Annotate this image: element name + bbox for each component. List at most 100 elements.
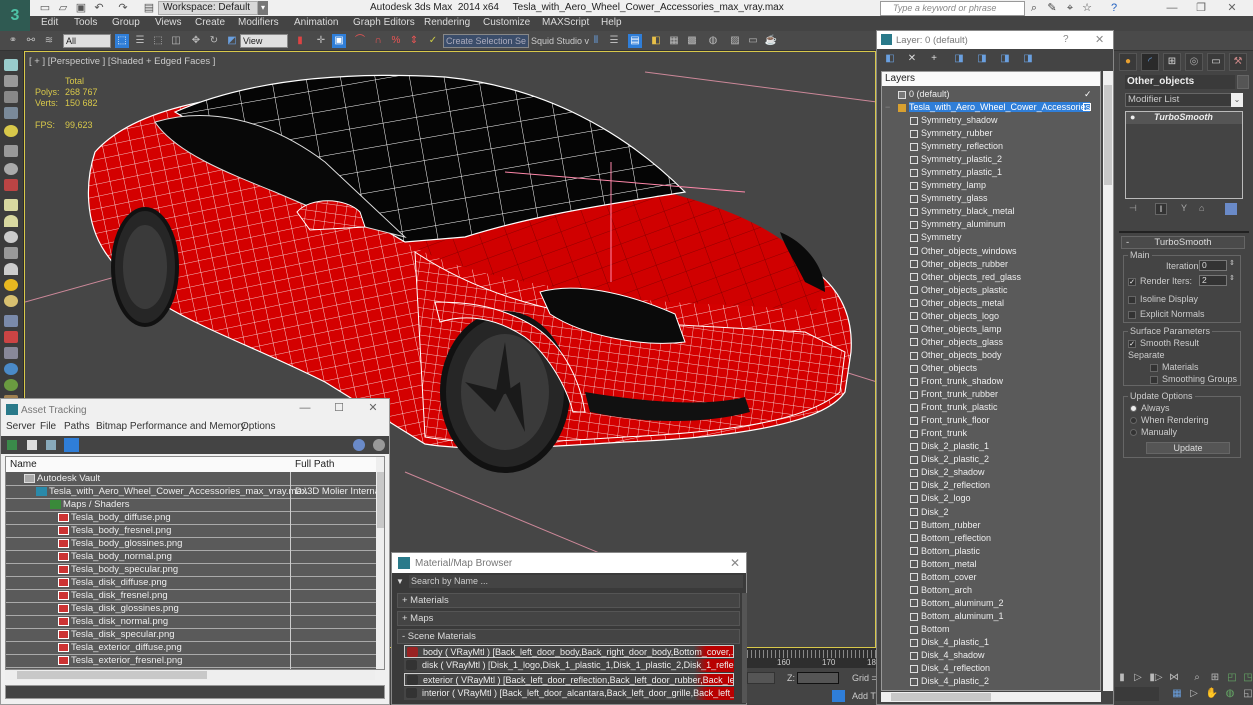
update-button[interactable]: Update <box>1146 442 1230 454</box>
asset-table-row[interactable]: Tesla_body_fresnel.png <box>6 525 376 538</box>
spot-light-icon[interactable] <box>4 263 18 275</box>
asset-menu-options[interactable]: Options <box>241 421 275 432</box>
snaps-toggle-icon[interactable]: ⌒ <box>353 34 367 48</box>
select-layer-objects-icon[interactable]: ◨ <box>952 52 966 66</box>
material-interior[interactable]: interior ( VRayMtl ) [Back_left_door_alc… <box>404 687 734 700</box>
asset-close-button[interactable]: ✕ <box>359 401 387 415</box>
layer-object-item[interactable]: Other_objects_plastic <box>882 284 1100 297</box>
iterations-spinner-arrows-icon[interactable]: ⇕ <box>1229 259 1235 267</box>
info-icon[interactable] <box>373 439 385 451</box>
align-icon[interactable]: ☰ <box>607 34 621 48</box>
layer-object-item[interactable]: Front_trunk <box>882 427 1100 440</box>
asset-table-row[interactable]: Tesla_body_diffuse.png <box>6 512 376 525</box>
binoculars-icon[interactable]: ⌕ <box>1027 1 1041 15</box>
add-time-tag-button[interactable]: Add T <box>852 691 876 701</box>
material-editor-icon[interactable]: ◍ <box>706 34 720 48</box>
highlight-layer-icon[interactable]: ◨ <box>975 52 989 66</box>
particle-icon[interactable] <box>4 179 18 191</box>
create-tab-icon[interactable]: ● <box>1119 53 1137 71</box>
maximize-viewport-icon[interactable]: ◱ <box>1241 687 1253 701</box>
field-of-view-icon[interactable]: ▦ <box>1170 687 1184 701</box>
iterations-spinner[interactable]: 0 <box>1199 260 1227 271</box>
go-to-end-icon[interactable]: ⋈ <box>1167 671 1181 685</box>
asset-table-row[interactable]: Maps / Shaders <box>6 499 376 512</box>
zoom-extents-icon[interactable]: ◰ <box>1225 671 1239 685</box>
material-exterior[interactable]: exterior ( VRayMtl ) [Back_left_door_ref… <box>404 673 734 686</box>
separate-materials-checkbox[interactable]: Materials <box>1150 362 1199 372</box>
modify-tab-icon[interactable]: ◜ <box>1141 53 1159 71</box>
menu-tools[interactable]: Tools <box>74 17 97 28</box>
pan-view-icon[interactable]: ▷ <box>1187 687 1201 701</box>
angle-snap-icon[interactable]: ∩ <box>371 34 385 48</box>
layers-column-header[interactable]: Layers <box>882 72 1100 86</box>
list-view-icon[interactable] <box>27 440 37 450</box>
layer-object-item[interactable]: Front_trunk_floor <box>882 414 1100 427</box>
freeze-layers-icon[interactable]: ◨ <box>1021 52 1035 66</box>
scene-explorer-icon[interactable]: ◧ <box>649 34 663 48</box>
create-layer-icon[interactable]: ◧ <box>883 52 897 66</box>
menu-customize[interactable]: Customize <box>483 17 530 28</box>
asset-table-row[interactable]: Tesla_disk_diffuse.png <box>6 577 376 590</box>
asset-maximize-button[interactable]: ☐ <box>325 401 353 415</box>
asset-table-row[interactable]: Tesla_disk_glossines.png <box>6 603 376 616</box>
box-light-icon[interactable] <box>4 199 18 211</box>
layer-object-item[interactable]: Bottom_plastic <box>882 545 1100 558</box>
redo-icon[interactable]: ↷ <box>116 2 130 14</box>
rendered-frame-window-icon[interactable]: ▭ <box>746 34 760 48</box>
layer-object-item[interactable]: Bottom_reflection <box>882 532 1100 545</box>
play-icon[interactable]: ▷ <box>1131 671 1145 685</box>
layer-object-item[interactable]: Disk_2_logo <box>882 492 1100 505</box>
app-logo-icon[interactable]: 3 <box>0 0 30 32</box>
mb-section-materials[interactable]: + Materials <box>397 593 740 608</box>
pin-stack-icon[interactable]: ⊣ <box>1129 203 1137 214</box>
table-view-icon[interactable] <box>64 438 79 452</box>
keyboard-shortcut-override-icon[interactable]: ▣ <box>332 34 346 48</box>
open-file-icon[interactable]: ▱ <box>56 2 70 14</box>
layer-object-item[interactable]: Other_objects_windows <box>882 245 1100 258</box>
window-crossing-icon[interactable]: ◫ <box>169 34 183 48</box>
remove-modifier-icon[interactable]: ⌂ <box>1199 203 1204 213</box>
mb-search-input[interactable]: Search by Name ... <box>409 575 743 588</box>
layer-object-item[interactable]: Other_objects_glass <box>882 336 1100 349</box>
project-folder-icon[interactable]: ▤ <box>142 2 156 14</box>
layer-object-item[interactable]: Front_trunk_plastic <box>882 401 1100 414</box>
show-end-result-icon[interactable]: I <box>1155 203 1167 215</box>
update-manually-radio[interactable]: Manually <box>1130 427 1177 437</box>
layer-object-item[interactable]: Symmetry_lamp <box>882 179 1100 192</box>
orbit-icon[interactable]: ◍ <box>1223 687 1237 701</box>
smooth-result-checkbox[interactable]: ✓ Smooth Result <box>1128 338 1199 348</box>
rect-selection-icon[interactable]: ⬚ <box>151 34 165 48</box>
layer-object-item[interactable]: Symmetry_plastic_2 <box>882 153 1100 166</box>
menu-graph-editors[interactable]: Graph Editors <box>353 17 415 28</box>
layer-object-item[interactable]: Buttom_rubber <box>882 519 1100 532</box>
curve-editor-icon[interactable]: ▦ <box>667 34 681 48</box>
layer-object-item[interactable]: Other_objects_red_glass <box>882 271 1100 284</box>
scale-icon[interactable]: ◩ <box>225 34 239 48</box>
material-disk[interactable]: disk ( VRayMtl ) [Disk_1_logo,Disk_1_pla… <box>404 659 734 672</box>
isoline-display-checkbox[interactable]: Isoline Display <box>1128 294 1198 304</box>
layer-object-item[interactable]: Other_objects_metal <box>882 297 1100 310</box>
time-tag-icon[interactable] <box>832 690 845 702</box>
satellite-icon[interactable]: ⌖ <box>1063 1 1077 15</box>
asset-menu-paths[interactable]: Paths <box>64 421 90 432</box>
asset-table-row[interactable]: Tesla_exterior_diffuse.png <box>6 642 376 655</box>
layer-object-item[interactable]: Symmetry_plastic_1 <box>882 166 1100 179</box>
named-selection-dropdown[interactable]: Create Selection Se <box>443 34 529 48</box>
thumbnail-view-icon[interactable] <box>46 440 56 450</box>
object-name-field[interactable]: Other_objects <box>1125 75 1235 89</box>
layer-object-item[interactable]: Front_trunk_shadow <box>882 375 1100 388</box>
close-button[interactable]: ✕ <box>1218 0 1246 16</box>
light-bulb-icon[interactable]: ● <box>1130 112 1135 122</box>
layer-object-item[interactable]: Symmetry_aluminum <box>882 218 1100 231</box>
configure-modifier-sets-icon[interactable] <box>1225 203 1237 215</box>
layer-object-item[interactable]: Symmetry_rubber <box>882 127 1100 140</box>
quick-access-menu-icon[interactable]: ▾ <box>258 1 268 15</box>
dome-light-icon[interactable] <box>4 215 18 227</box>
layer-object-item[interactable]: Disk_4_logo <box>882 688 1100 690</box>
globe-icon[interactable] <box>4 363 18 375</box>
teapot-icon[interactable] <box>4 59 18 71</box>
render-setup-icon[interactable]: ▨ <box>728 34 742 48</box>
mb-options-arrow-icon[interactable]: ▼ <box>396 577 404 586</box>
pivot-center-icon[interactable]: ▮ <box>293 34 307 48</box>
viewport-label-menu[interactable]: [ + ] [Perspective ] [Shaded + Edged Fac… <box>29 56 215 67</box>
